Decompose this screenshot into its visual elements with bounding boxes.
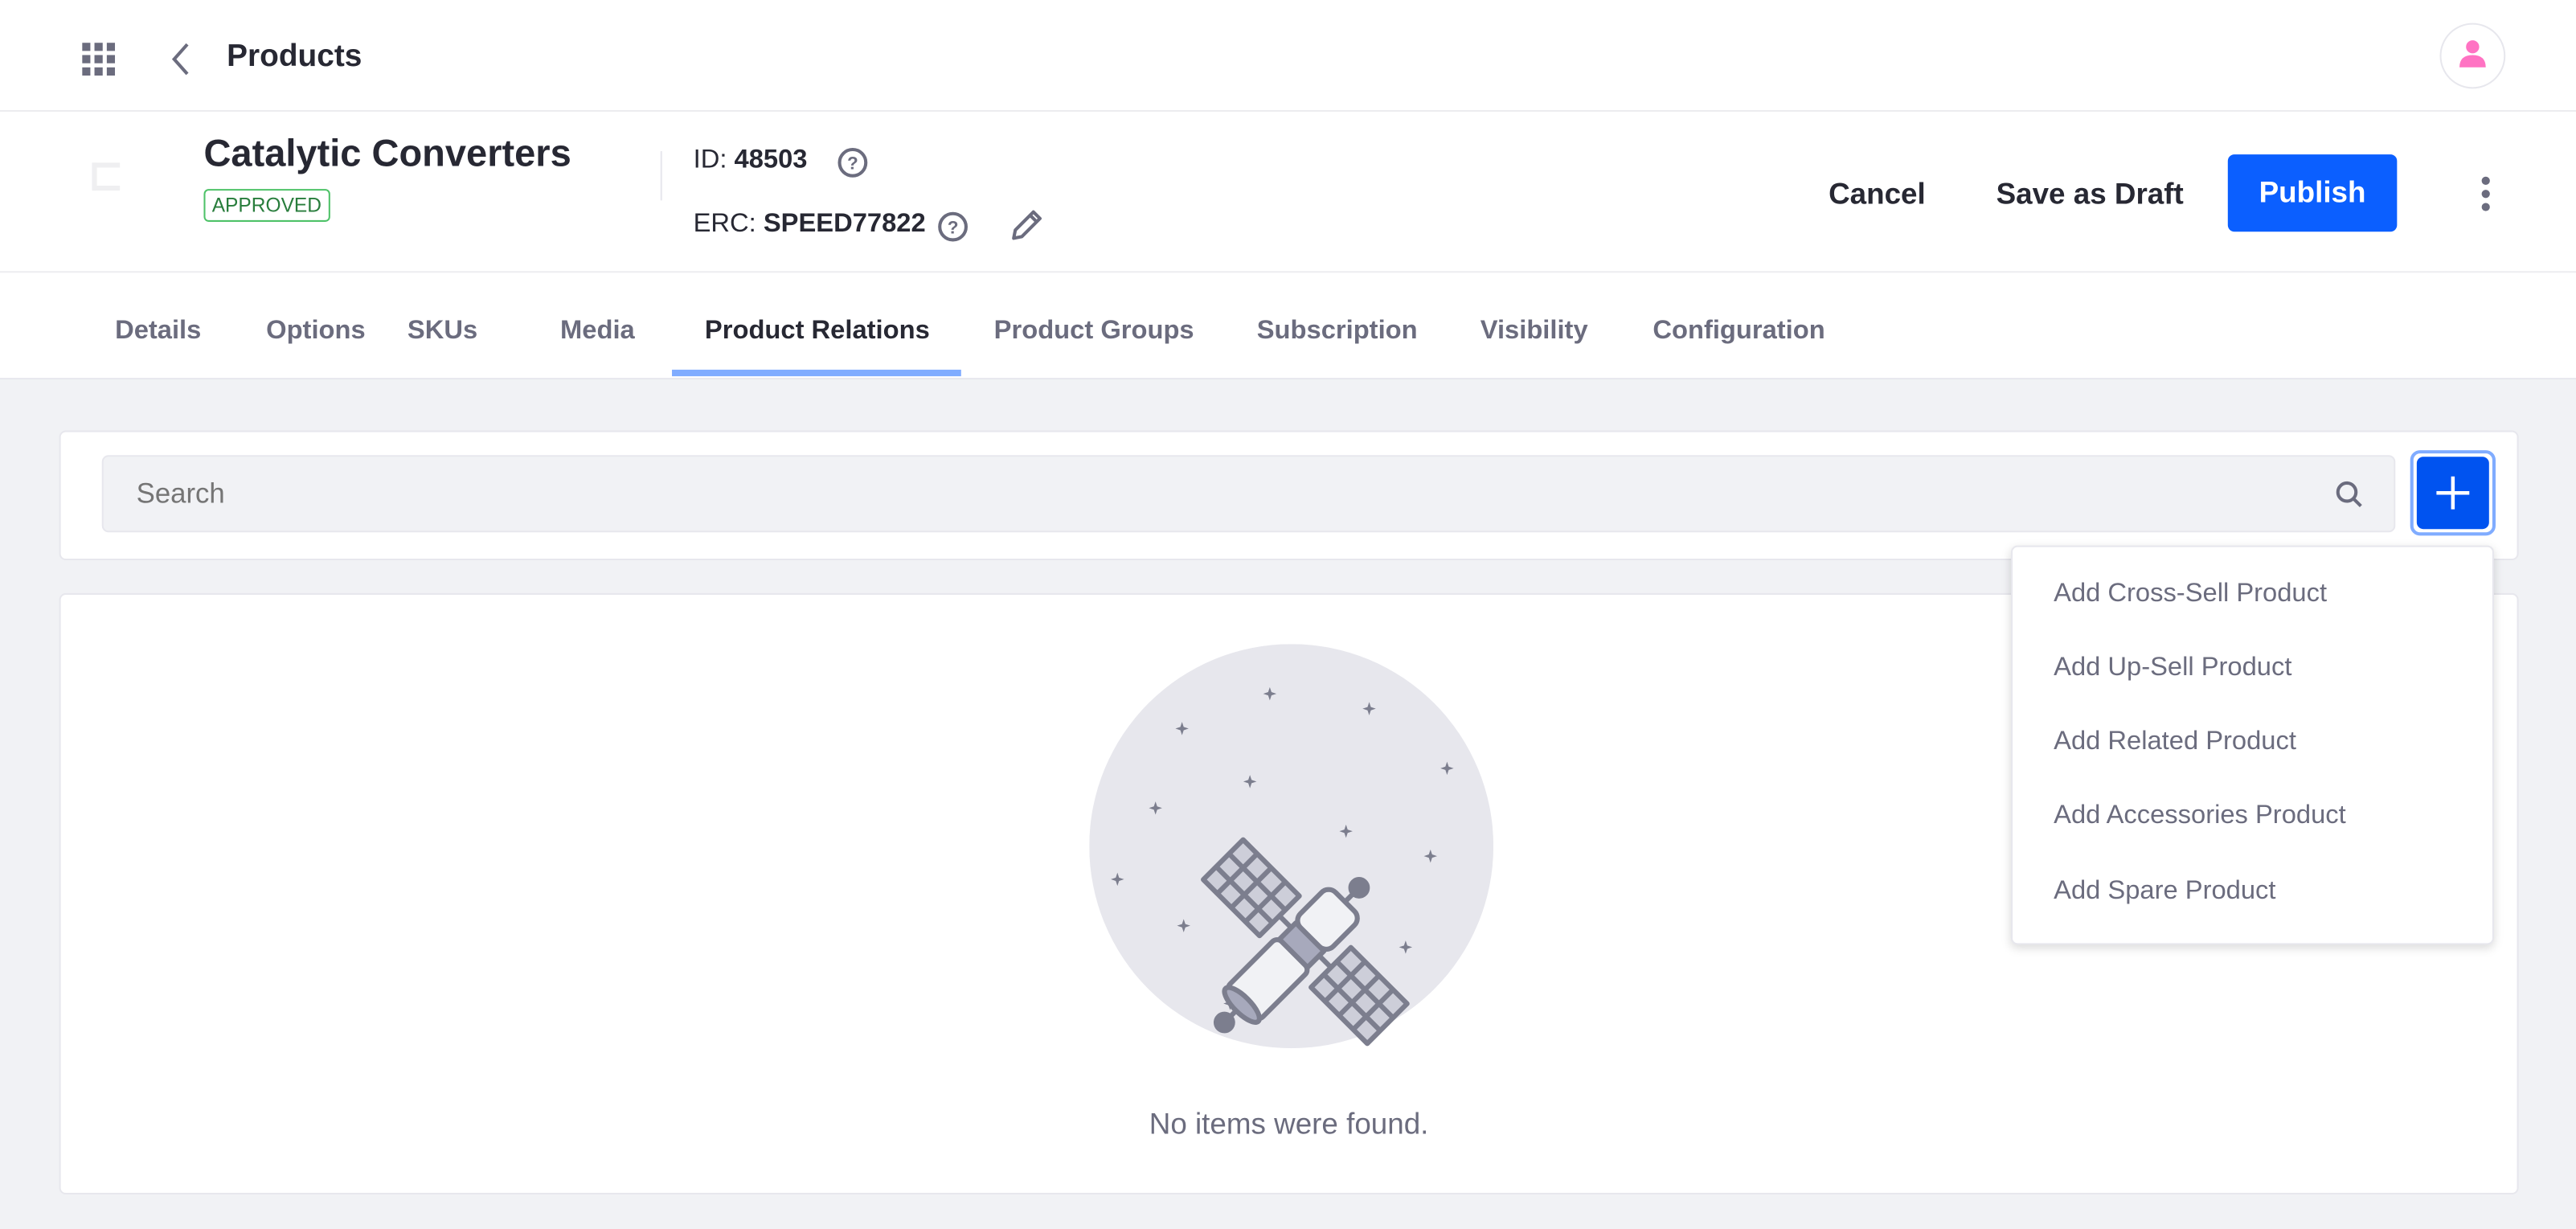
tab-media[interactable]: Media — [560, 317, 635, 347]
tab-skus[interactable]: SKUs — [407, 317, 477, 347]
tab-subscription[interactable]: Subscription — [1257, 317, 1418, 347]
svg-text:?: ? — [847, 154, 858, 174]
search-icon[interactable] — [2335, 480, 2365, 510]
tab-details[interactable]: Details — [115, 317, 201, 347]
erc-label: ERC: — [693, 210, 756, 239]
tab-configuration[interactable]: Configuration — [1652, 317, 1824, 347]
plus-icon — [2436, 476, 2470, 510]
menu-item-add-related[interactable]: Add Related Product — [2054, 728, 2296, 758]
menu-item-add-cross-sell[interactable]: Add Cross-Sell Product — [2054, 580, 2327, 610]
top-bar: Products — [0, 0, 2576, 112]
menu-item-add-spare[interactable]: Add Spare Product — [2054, 878, 2275, 907]
empty-state-message: No items were found. — [1149, 1107, 1429, 1141]
tab-options[interactable]: Options — [266, 317, 366, 347]
add-menu: Add Cross-Sell Product Add Up-Sell Produ… — [2010, 545, 2494, 945]
kebab-menu-icon[interactable] — [2476, 174, 2496, 214]
svg-text:?: ? — [948, 217, 959, 237]
tab-product-relations[interactable]: Product Relations — [705, 317, 930, 347]
search-input[interactable] — [101, 455, 2396, 533]
tab-product-groups[interactable]: Product Groups — [994, 317, 1194, 347]
chevron-left-icon[interactable] — [170, 43, 193, 76]
pencil-icon[interactable] — [1007, 209, 1043, 245]
help-icon[interactable]: ? — [836, 146, 869, 179]
product-image-placeholder — [92, 162, 121, 191]
save-draft-button[interactable]: Save as Draft — [1997, 178, 2184, 212]
satellite-icon — [1089, 644, 1494, 1049]
status-badge: APPROVED — [203, 189, 330, 222]
divider — [660, 151, 662, 201]
help-icon[interactable]: ? — [936, 211, 969, 244]
page-title: Products — [227, 39, 362, 74]
product-name: Catalytic Converters — [203, 131, 571, 174]
cancel-button[interactable]: Cancel — [1829, 178, 1926, 212]
user-icon — [2459, 40, 2486, 68]
product-erc: ERC: SPEED77822 — [694, 211, 926, 240]
menu-item-add-accessories[interactable]: Add Accessories Product — [2054, 802, 2346, 832]
erc-value: SPEED77822 — [763, 210, 926, 239]
add-button[interactable] — [2410, 450, 2496, 536]
publish-button[interactable]: Publish — [2227, 154, 2398, 232]
menu-item-add-up-sell[interactable]: Add Up-Sell Product — [2054, 654, 2291, 684]
product-header: Catalytic Converters APPROVED ID: 48503 … — [0, 111, 2576, 273]
avatar[interactable] — [2439, 23, 2506, 89]
search-toolbar — [59, 430, 2519, 561]
tab-visibility[interactable]: Visibility — [1480, 317, 1588, 347]
id-label: ID: — [693, 145, 727, 174]
product-id: ID: 48503 — [694, 146, 808, 176]
active-tab-indicator — [672, 369, 961, 377]
id-value: 48503 — [734, 145, 808, 174]
grid-icon[interactable] — [82, 43, 116, 76]
tab-bar: Details Options SKUs Media Product Relat… — [0, 272, 2576, 380]
